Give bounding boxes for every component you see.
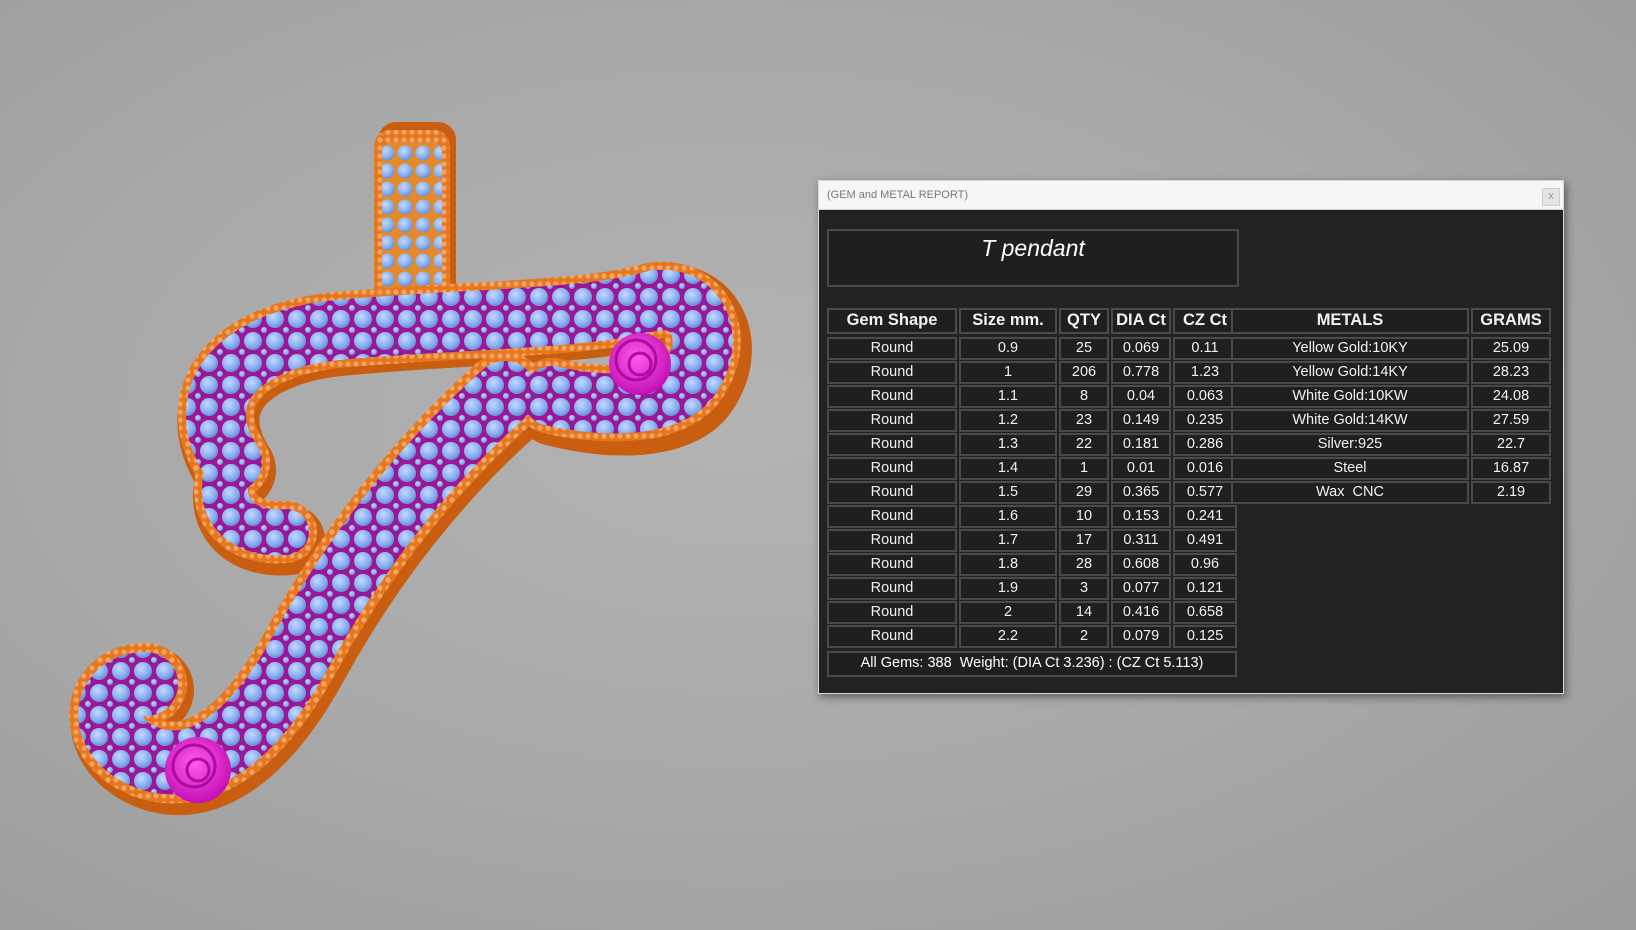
window-titlebar[interactable]: (GEM and METAL REPORT) x [819, 181, 1563, 210]
gem-header-cell: Gem Shape [827, 308, 957, 334]
window-title: (GEM and METAL REPORT) [827, 189, 968, 201]
gem-table-cell: Round [827, 409, 957, 432]
gem-table-cell: 1.1 [959, 385, 1057, 408]
gem-table-cell: 1.3 [959, 433, 1057, 456]
metal-table-cell: Wax CNC [1231, 481, 1469, 504]
gem-table-cell: 22 [1059, 433, 1109, 456]
metal-table-cell: White Gold:14KW [1231, 409, 1469, 432]
gem-table-cell: 0.063 [1173, 385, 1237, 408]
gem-table-cell: 1.9 [959, 577, 1057, 600]
metal-table-cell: 25.09 [1471, 337, 1551, 360]
gem-table-cell: 2.2 [959, 625, 1057, 648]
metal-table-cell: 2.19 [1471, 481, 1551, 504]
rose-ornament-bottom [165, 737, 231, 803]
gem-table-cell: 0.286 [1173, 433, 1237, 456]
gem-table-cell: Round [827, 577, 957, 600]
gem-table-cell: 0.079 [1111, 625, 1171, 648]
gem-table-cell: Round [827, 481, 957, 504]
gem-table-cell: 1.5 [959, 481, 1057, 504]
gem-table-cell: 1.6 [959, 505, 1057, 528]
gem-table-cell: 1 [1059, 457, 1109, 480]
gem-table-cell: 0.016 [1173, 457, 1237, 480]
metal-table-cell: White Gold:10KW [1231, 385, 1469, 408]
gem-table-cell: 0.077 [1111, 577, 1171, 600]
gem-table-cell: 0.311 [1111, 529, 1171, 552]
gem-table-cell: 1.7 [959, 529, 1057, 552]
gem-table-cell: 1.4 [959, 457, 1057, 480]
gem-table-cell: 0.04 [1111, 385, 1171, 408]
gem-table-cell: 0.149 [1111, 409, 1171, 432]
metal-table-cell: Steel [1231, 457, 1469, 480]
gem-table-cell: 2 [959, 601, 1057, 624]
gem-table-cell: Round [827, 385, 957, 408]
gem-header-cell: CZ Ct [1173, 308, 1237, 334]
rose-ornament-top [609, 333, 671, 395]
gem-table-cell: 0.181 [1111, 433, 1171, 456]
gem-table-cell: Round [827, 361, 957, 384]
gem-table-cell: 2 [1059, 625, 1109, 648]
gem-table-cell: 0.241 [1173, 505, 1237, 528]
gem-table-cell: 8 [1059, 385, 1109, 408]
gem-table-cell: 0.577 [1173, 481, 1237, 504]
gem-table-cell: 29 [1059, 481, 1109, 504]
gem-table-cell: Round [827, 457, 957, 480]
gem-table-cell: 3 [1059, 577, 1109, 600]
gem-table-cell: 0.365 [1111, 481, 1171, 504]
gem-header-cell: Size mm. [959, 308, 1057, 334]
gem-table-cell: 0.96 [1173, 553, 1237, 576]
metal-table-cell: Silver:925 [1231, 433, 1469, 456]
gem-header-cell: DIA Ct [1111, 308, 1171, 334]
metal-table-cell: Yellow Gold:10KY [1231, 337, 1469, 360]
metal-table-cell: 22.7 [1471, 433, 1551, 456]
metal-table-cell: 24.08 [1471, 385, 1551, 408]
gem-table-cell: 0.125 [1173, 625, 1237, 648]
gem-table-cell: 1.2 [959, 409, 1057, 432]
gem-table-cell: 0.778 [1111, 361, 1171, 384]
pendant-name: T pendant [981, 235, 1085, 261]
gem-table-cell: 1 [959, 361, 1057, 384]
gem-table-cell: 0.069 [1111, 337, 1171, 360]
metal-header-cell: GRAMS [1471, 308, 1551, 334]
gem-table-cell: 0.121 [1173, 577, 1237, 600]
gem-table-cell: Round [827, 553, 957, 576]
gem-table-cell: 0.491 [1173, 529, 1237, 552]
gem-table-cell: 1.23 [1173, 361, 1237, 384]
gem-table-cell: Round [827, 601, 957, 624]
gem-table-cell: 14 [1059, 601, 1109, 624]
gem-table-cell: 0.416 [1111, 601, 1171, 624]
gem-table-cell: Round [827, 337, 957, 360]
gem-table-cell: 17 [1059, 529, 1109, 552]
metal-table-cell: 16.87 [1471, 457, 1551, 480]
metal-table-cell: Yellow Gold:14KY [1231, 361, 1469, 384]
pendant-name-box: T pendant [827, 229, 1239, 287]
gem-table-cell: Round [827, 529, 957, 552]
gem-table-cell: 0.153 [1111, 505, 1171, 528]
gem-summary: All Gems: 388 Weight: (DIA Ct 3.236) : (… [827, 651, 1237, 677]
gem-table-cell: 10 [1059, 505, 1109, 528]
gem-table-cell: 0.9 [959, 337, 1057, 360]
metal-header-cell: METALS [1231, 308, 1469, 334]
t-pendant-3d-render [69, 122, 752, 816]
gem-table-cell: 0.658 [1173, 601, 1237, 624]
gem-table-cell: 28 [1059, 553, 1109, 576]
gem-table-cell: 206 [1059, 361, 1109, 384]
gem-metal-report-window[interactable]: (GEM and METAL REPORT) x T pendant All G… [818, 180, 1564, 694]
metal-table-cell: 28.23 [1471, 361, 1551, 384]
gem-table-cell: Round [827, 625, 957, 648]
gem-table-cell: Round [827, 505, 957, 528]
metal-table-cell: 27.59 [1471, 409, 1551, 432]
gem-table-cell: 0.235 [1173, 409, 1237, 432]
close-button[interactable]: x [1542, 188, 1560, 206]
gem-table-cell: 23 [1059, 409, 1109, 432]
gem-table-cell: 25 [1059, 337, 1109, 360]
gem-table-cell: 0.01 [1111, 457, 1171, 480]
gem-table-cell: Round [827, 433, 957, 456]
gem-table-cell: 1.8 [959, 553, 1057, 576]
gem-header-cell: QTY [1059, 308, 1109, 334]
gem-table-cell: 0.11 [1173, 337, 1237, 360]
gem-table-cell: 0.608 [1111, 553, 1171, 576]
